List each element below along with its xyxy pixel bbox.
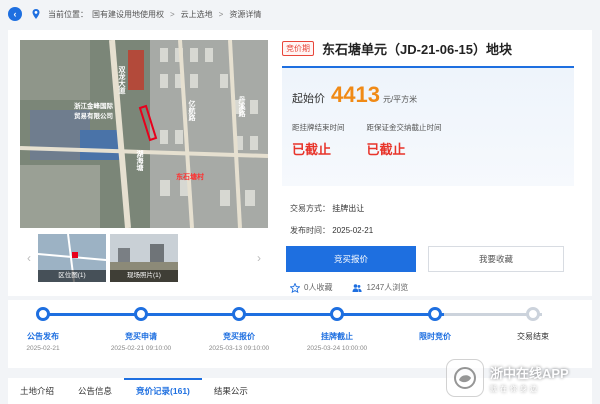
breadcrumb-item-cloud-select[interactable]: 云上选地 [181, 9, 213, 20]
breadcrumb-prefix: 当前位置： [48, 9, 88, 19]
price-box: 起始价 4413 元/平方米 距挂牌结束时间 已截止 距保证金交纳截止时间 已截… [282, 66, 574, 186]
star-icon [290, 282, 300, 293]
timeline-step-label: 公告发布 [27, 332, 59, 341]
map-label-company: 浙江金峰国际 贸易有限公司 [74, 103, 113, 120]
trade-method-label: 交易方式： [290, 204, 330, 213]
thumbnail-site-photo[interactable]: 现场照片(1) [110, 234, 178, 282]
tab-land-intro[interactable]: 土地介绍 [8, 378, 66, 404]
deadline-value: 已截止 [366, 142, 406, 157]
timeline-dot [526, 307, 540, 321]
map-label-road-shuanglong: 双龙大道 [118, 66, 125, 94]
bid-button[interactable]: 竞买报价 [286, 246, 416, 272]
deadline-value: 已截止 [292, 142, 332, 157]
starting-price-label: 起始价 [292, 93, 325, 105]
favorites-count: 0人收藏 [304, 283, 333, 292]
app-watermark: 浙中在线APP 就在你身边 [446, 356, 596, 400]
trade-method-row: 交易方式： 挂牌出让 [290, 198, 582, 220]
status-badge: 竞价期 [282, 40, 314, 56]
title-row: 竞价期 东石塘单元（JD-21-06-15）地块 [282, 38, 582, 58]
map-label-huhaitang: 湖海塘 [136, 150, 143, 171]
thumbnail-strip: ‹ 区位图(1) 现场照片(1) › [20, 232, 268, 284]
watermark-slogan: 就在你身边 [490, 385, 540, 393]
breadcrumb-item-details: 资源详情 [229, 9, 262, 19]
timeline-step-label: 交易结束 [517, 332, 549, 341]
timeline-step-label: 竞买申请 [125, 332, 157, 341]
listing-deadline: 距挂牌结束时间 已截止 [292, 122, 345, 158]
app-logo-icon [446, 359, 484, 397]
users-icon [352, 283, 363, 292]
map-label-road-danxi: 丹溪路 [238, 96, 245, 117]
tab-results[interactable]: 结果公示 [202, 378, 260, 404]
publish-time-row: 发布时间： 2025-02-21 [290, 220, 582, 242]
timeline-step-date: 2025-02-21 09:10:00 [110, 345, 172, 352]
timeline-dot [36, 307, 50, 321]
timeline-step-date: 2025-02-21 [26, 345, 60, 352]
trade-method-value: 挂牌出让 [332, 204, 365, 213]
price-unit: 元/平方米 [382, 95, 418, 104]
timeline-step-label: 竞买报价 [223, 332, 255, 341]
map-label-road-yihang: 亿航路 [188, 100, 195, 121]
timeline-dot [232, 307, 246, 321]
timeline-dot [134, 307, 148, 321]
aerial-map-image[interactable]: 双龙大道 亿航路 丹溪路 湖海塘 浙江金峰国际 贸易有限公司 东石塘村 [20, 40, 268, 228]
chevron-right-icon[interactable]: › [250, 251, 268, 265]
listing-stats: 0人收藏 1247人浏览 [282, 282, 582, 293]
listing-meta: 交易方式： 挂牌出让 发布时间： 2025-02-21 [282, 198, 582, 242]
timeline-step-date: 2025-03-13 09:10:00 [208, 345, 270, 352]
favorite-button[interactable]: 我要收藏 [428, 246, 564, 272]
timeline-step-announce: 公告发布 2025-02-21 [0, 307, 88, 352]
listing-info-panel: 竞价期 东石塘单元（JD-21-06-15）地块 起始价 4413 元/平方米 … [282, 38, 582, 293]
timeline-dot [428, 307, 442, 321]
thumbnail-label: 区位图(1) [38, 270, 106, 282]
timeline-dot [330, 307, 344, 321]
location-pin-icon [32, 9, 40, 19]
watermark-title: 浙中在线APP [490, 365, 569, 381]
chevron-left-icon[interactable]: ‹ [20, 251, 38, 265]
page-title: 东石塘单元（JD-21-06-15）地块 [322, 41, 512, 57]
tab-bid-records[interactable]: 竞价记录(161) [124, 378, 202, 404]
deposit-deadline: 距保证金交纳截止时间 已截止 [367, 122, 442, 158]
breadcrumb-separator: > [170, 9, 175, 19]
breadcrumb-item-land-rights[interactable]: 国有建设用地使用权 [92, 9, 164, 20]
thumbnail-location-map[interactable]: 区位图(1) [38, 234, 106, 282]
timeline-step-trade-end: 交易结束 [488, 307, 578, 345]
publish-time-value: 2025-02-21 [332, 226, 374, 235]
timeline-step-date: 2025-03-24 10:00:00 [306, 345, 368, 352]
timeline-step-apply: 竞买申请 2025-02-21 09:10:00 [96, 307, 186, 352]
favorites-stat[interactable]: 0人收藏 [290, 282, 332, 293]
publish-time-label: 发布时间： [290, 226, 330, 235]
listing-card: 双龙大道 亿航路 丹溪路 湖海塘 浙江金峰国际 贸易有限公司 东石塘村 ‹ 区位… [8, 30, 592, 296]
thumbnail-label: 现场照片(1) [110, 270, 178, 282]
timeline-step-bid: 竞买报价 2025-03-13 09:10:00 [194, 307, 284, 352]
starting-price-value: 4413 [331, 82, 380, 107]
back-arrow-icon[interactable]: ‹ [8, 7, 22, 21]
map-label-site: 东石塘村 [176, 174, 204, 181]
timeline-step-label: 挂牌截止 [321, 332, 353, 341]
deadline-label: 距挂牌结束时间 [292, 123, 345, 132]
views-count: 1247人浏览 [366, 283, 409, 292]
timeline-step-listing-close: 挂牌截止 2025-03-24 10:00:00 [292, 307, 382, 352]
breadcrumb-separator: > [218, 9, 224, 19]
views-stat: 1247人浏览 [352, 282, 408, 293]
timeline-step-label: 限时竞价 [419, 332, 451, 341]
deadline-label: 距保证金交纳截止时间 [366, 123, 442, 132]
action-buttons: 竞买报价 我要收藏 [282, 246, 582, 272]
timeline-step-timed-bidding: 限时竞价 [390, 307, 480, 345]
breadcrumb: ‹ 当前位置： 国有建设用地使用权 > 云上选地 > 资源详情 [0, 0, 600, 28]
tab-announcement[interactable]: 公告信息 [66, 378, 124, 404]
